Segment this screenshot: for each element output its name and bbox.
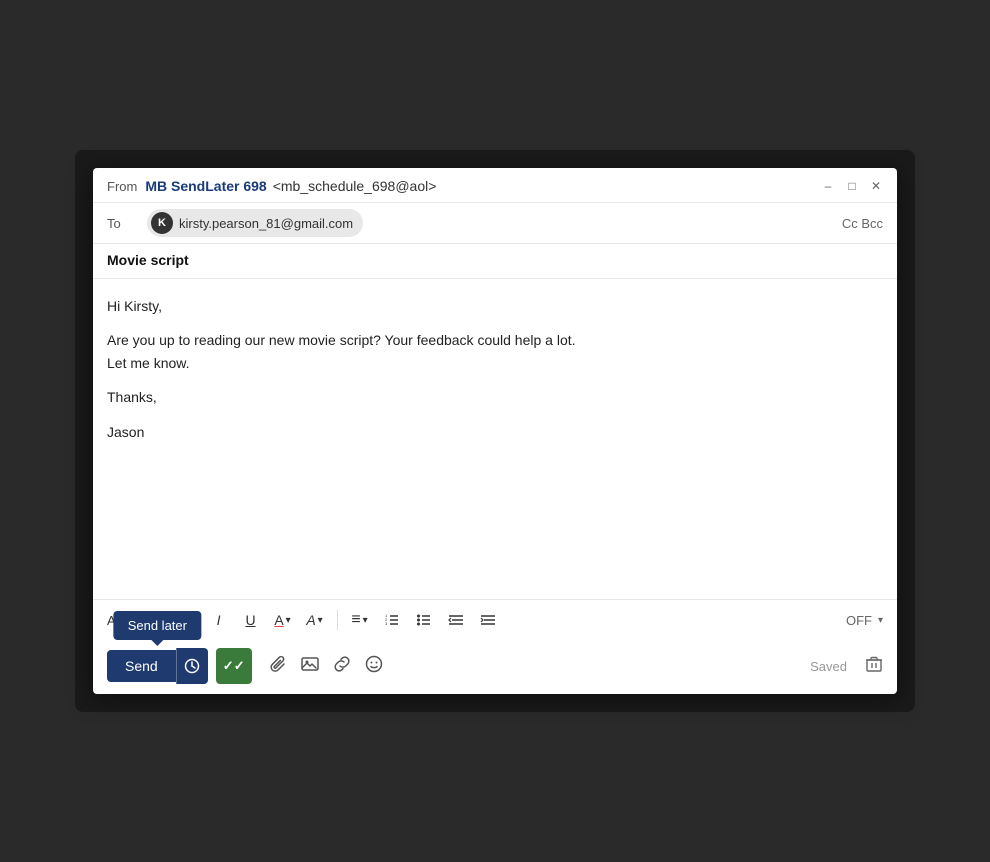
separator-1 — [337, 610, 338, 630]
image-icon[interactable] — [300, 654, 320, 679]
font-selector[interactable]: Arial — [107, 613, 133, 628]
close-button[interactable]: ✕ — [869, 179, 883, 193]
send-button[interactable]: Send — [107, 650, 176, 682]
ordered-list-button[interactable]: 123 — [378, 606, 406, 634]
indent-decrease-button[interactable] — [442, 606, 470, 634]
font-size-selector[interactable]: 10 ▾ — [141, 613, 163, 628]
body-line2: Are you up to reading our new movie scri… — [107, 332, 576, 348]
to-row: To K kirsty.pearson_81@gmail.com Cc Bcc — [93, 202, 897, 243]
indent-increase-button[interactable] — [474, 606, 502, 634]
from-email: <mb_schedule_698@aol> — [273, 178, 437, 194]
body-greeting: Hi Kirsty, — [107, 295, 883, 317]
send-schedule-button[interactable] — [176, 648, 208, 684]
subject-text: Movie script — [107, 252, 189, 268]
off-label-text: OFF — [846, 613, 872, 628]
align-button[interactable]: ≡ ▾ — [346, 606, 374, 634]
attach-icons — [268, 654, 384, 679]
body-line3: Let me know. — [107, 355, 190, 371]
spell-check-toggle[interactable]: OFF ▾ — [846, 613, 883, 628]
recipient-chip[interactable]: K kirsty.pearson_81@gmail.com — [147, 209, 363, 237]
from-label: From — [107, 179, 137, 194]
subject-row: Movie script — [93, 243, 897, 279]
off-chevron: ▾ — [878, 615, 883, 626]
from-name: MB SendLater 698 — [145, 178, 266, 194]
cc-bcc-button[interactable]: Cc Bcc — [842, 216, 883, 231]
bold-button[interactable]: B — [173, 606, 201, 634]
underline-button[interactable]: U — [237, 606, 265, 634]
bottom-bar: Send later Send ✓✓ — [93, 640, 897, 694]
to-label: To — [107, 216, 137, 231]
check-icon: ✓✓ — [223, 658, 245, 674]
body-signature: Jason — [107, 421, 883, 443]
unordered-list-button[interactable] — [410, 606, 438, 634]
email-body[interactable]: Hi Kirsty, Are you up to reading our new… — [93, 279, 897, 599]
text-color-chevron: ▾ — [286, 615, 291, 626]
recipient-email: kirsty.pearson_81@gmail.com — [179, 216, 353, 231]
title-bar: From MB SendLater 698 <mb_schedule_698@a… — [93, 168, 897, 202]
italic-button[interactable]: I — [205, 606, 233, 634]
font-size-chevron: ▾ — [157, 615, 162, 626]
compose-window: From MB SendLater 698 <mb_schedule_698@a… — [93, 168, 897, 694]
text-color-button[interactable]: A ▾ — [269, 606, 297, 634]
recipient-avatar: K — [151, 212, 173, 234]
emoji-icon[interactable] — [364, 654, 384, 679]
svg-text:3: 3 — [385, 621, 388, 626]
maximize-button[interactable]: □ — [845, 179, 859, 193]
confirm-button[interactable]: ✓✓ — [216, 648, 252, 684]
send-label: Send — [125, 658, 158, 674]
body-thanks: Thanks, — [107, 386, 883, 408]
body-main: Are you up to reading our new movie scri… — [107, 329, 883, 374]
highlight-button[interactable]: A ▾ — [301, 606, 329, 634]
align-chevron: ▾ — [363, 615, 368, 626]
window-controls: – □ ✕ — [821, 179, 883, 193]
send-group: Send later Send — [107, 648, 208, 684]
font-size-value: 10 — [141, 613, 155, 628]
clock-icon — [184, 658, 200, 674]
attachment-icon[interactable] — [268, 654, 288, 679]
saved-label: Saved — [810, 659, 847, 674]
formatting-toolbar: Arial 10 ▾ B I U A ▾ A ▾ ≡ ▾ 123 — [93, 599, 897, 640]
delete-button[interactable] — [865, 655, 883, 678]
highlight-chevron: ▾ — [318, 615, 323, 626]
minimize-button[interactable]: – — [821, 179, 835, 193]
link-icon[interactable] — [332, 654, 352, 679]
